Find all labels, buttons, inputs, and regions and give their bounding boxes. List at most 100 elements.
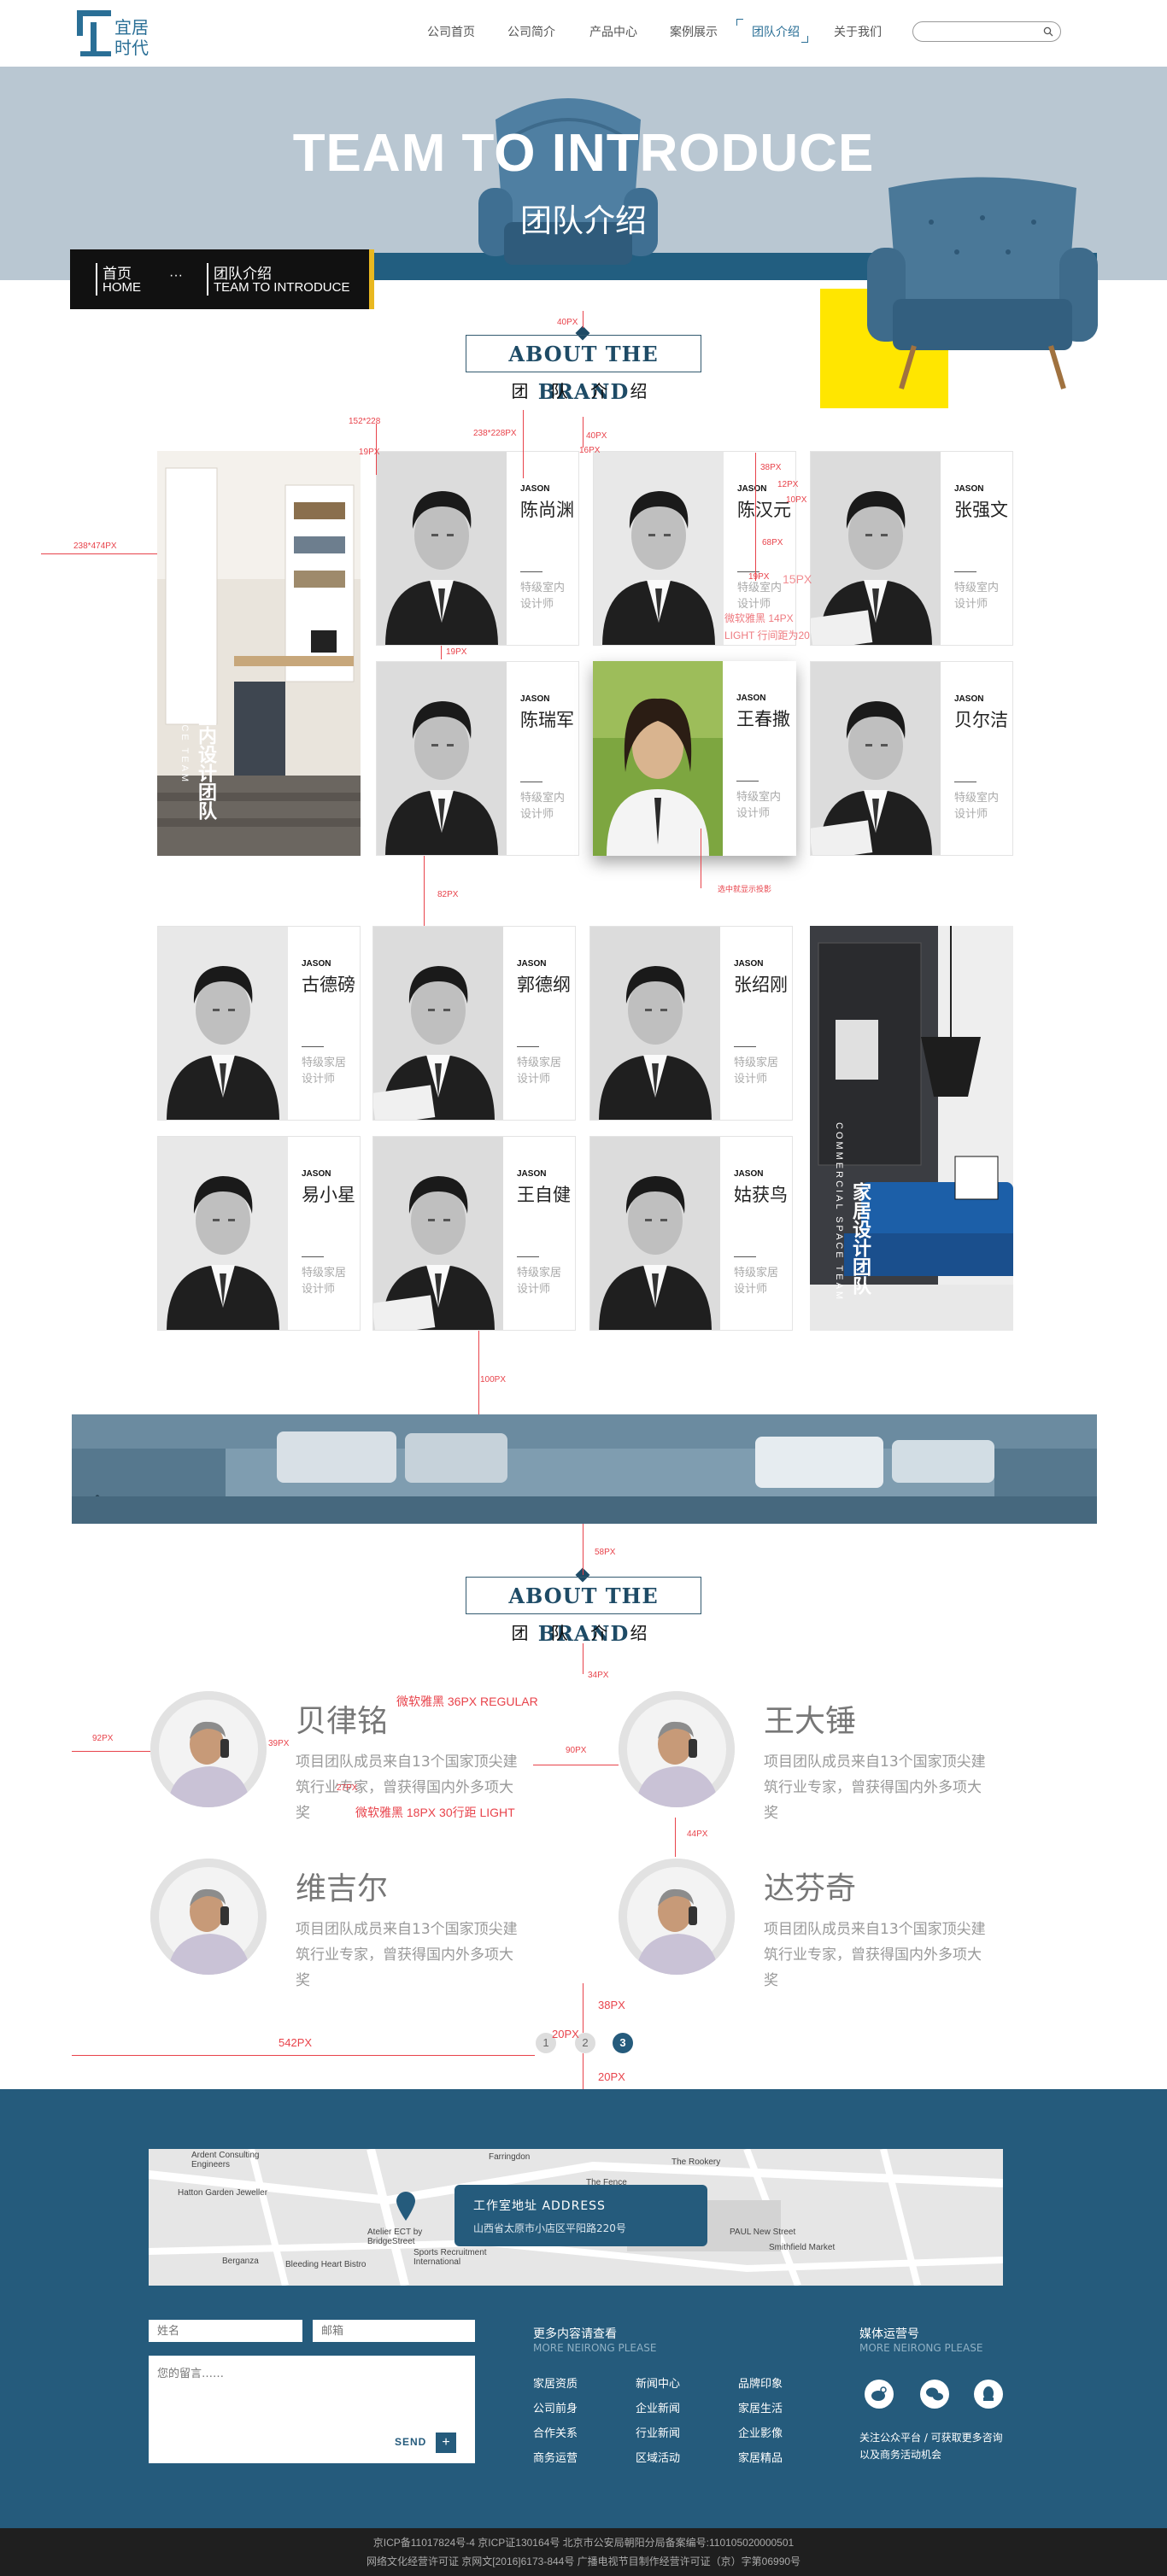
nav-team[interactable]: 团队介绍 bbox=[752, 22, 800, 41]
qq-icon[interactable] bbox=[974, 2380, 1003, 2409]
footer-link[interactable]: 家居生活 bbox=[738, 2399, 783, 2415]
divider bbox=[302, 1046, 324, 1047]
annotation: 34PX bbox=[588, 1671, 609, 1680]
portrait-photo bbox=[373, 927, 503, 1120]
footer-link[interactable]: 行业新闻 bbox=[636, 2424, 680, 2440]
member-photo bbox=[373, 1137, 503, 1330]
nav-contact[interactable]: 关于我们 bbox=[834, 22, 882, 41]
annotation: 40PX bbox=[586, 431, 607, 441]
member-name: 王春撒 bbox=[736, 709, 790, 729]
divider bbox=[517, 1256, 539, 1257]
map-label: Berganza bbox=[222, 2257, 259, 2266]
footer-link[interactable]: 商务运营 bbox=[533, 2449, 578, 2465]
social-title: 媒体运营号 bbox=[859, 2327, 919, 2341]
breadcrumb-home-en[interactable]: HOME bbox=[103, 280, 141, 295]
member-en-label: JASON bbox=[520, 694, 550, 704]
member-name: 贝尔洁 bbox=[954, 710, 1008, 730]
member-role: 特级室内设计师 bbox=[520, 582, 566, 611]
footer-link[interactable]: 家居精品 bbox=[738, 2449, 783, 2465]
member-avatar[interactable] bbox=[150, 1859, 267, 1975]
map-pin-icon[interactable] bbox=[396, 2192, 415, 2221]
annotation: 38PX bbox=[760, 463, 782, 472]
footer-link[interactable]: 合作关系 bbox=[533, 2424, 578, 2440]
search-input[interactable] bbox=[912, 21, 1061, 42]
member-photo bbox=[373, 927, 503, 1120]
member-photo bbox=[593, 661, 723, 856]
member-name: 贝律铭 bbox=[296, 1704, 389, 1739]
home-team-cn: 家居设计团队 bbox=[849, 1182, 871, 1295]
annotation: 选中就显示投影 bbox=[718, 885, 772, 893]
brand-subtitle: 团 队 介 绍 bbox=[511, 381, 656, 401]
team-member-card[interactable]: JASON 郭德纲 特级家居设计师 bbox=[372, 926, 576, 1121]
page-3[interactable]: 3 bbox=[613, 2033, 633, 2053]
annotation: 238*474PX bbox=[73, 542, 117, 551]
member-avatar[interactable] bbox=[150, 1691, 267, 1807]
team-member-card[interactable]: JASON 易小星 特级家居设计师 bbox=[157, 1136, 361, 1331]
logo[interactable]: 宜居 时代 bbox=[75, 7, 169, 60]
divider bbox=[954, 571, 976, 572]
footer-link[interactable]: 新闻中心 bbox=[636, 2374, 680, 2391]
member-avatar[interactable] bbox=[619, 1859, 735, 1975]
team-member-card[interactable]: JASON 古德磅 特级家居设计师 bbox=[157, 926, 361, 1121]
team-member-card[interactable]: JASON 陈瑞军 特级室内设计师 bbox=[376, 661, 579, 856]
portrait-photo bbox=[377, 452, 507, 645]
member-name: 维吉尔 bbox=[296, 1871, 389, 1906]
member-name: 张绍刚 bbox=[734, 975, 788, 995]
annotation: 100PX bbox=[480, 1375, 507, 1385]
map[interactable]: Ardent Consulting Engineers Hatton Garde… bbox=[149, 2149, 1003, 2286]
nav-cases[interactable]: 案例展示 bbox=[670, 22, 718, 41]
portrait-photo bbox=[593, 661, 723, 856]
member-photo bbox=[590, 1137, 720, 1330]
portrait-photo bbox=[811, 662, 941, 855]
footer-link[interactable]: 公司前身 bbox=[533, 2399, 578, 2415]
team-member-card[interactable]: JASON 张强文 特级室内设计师 bbox=[810, 451, 1013, 646]
footer-link[interactable]: 企业新闻 bbox=[636, 2399, 680, 2415]
member-role: 特级家居设计师 bbox=[734, 1267, 779, 1296]
nav-products[interactable]: 产品中心 bbox=[589, 22, 637, 41]
member-en-label: JASON bbox=[302, 959, 331, 969]
footer-link[interactable]: 企业影像 bbox=[738, 2424, 783, 2440]
send-button[interactable]: SEND + bbox=[393, 2433, 456, 2453]
name-input[interactable] bbox=[149, 2320, 302, 2342]
feature-home-team[interactable]: COMMERCIAL SPACE TEAM 家居设计团队 bbox=[810, 926, 1013, 1331]
member-en-label: JASON bbox=[954, 694, 984, 704]
footer-link[interactable]: 品牌印象 bbox=[738, 2374, 783, 2391]
member-role: 特级家居设计师 bbox=[302, 1267, 347, 1296]
member-role: 特级家居设计师 bbox=[517, 1057, 562, 1086]
team-member-card[interactable]: JASON 王春撒 特级室内设计师 bbox=[593, 661, 796, 856]
map-label: The Rookery bbox=[671, 2157, 721, 2167]
interior-team-en: COMMERCIAL SPACE TEAM bbox=[179, 605, 190, 785]
member-en-label: JASON bbox=[520, 484, 550, 494]
member-en-label: JASON bbox=[302, 1169, 331, 1179]
feature-interior-team[interactable]: COMMERCIAL SPACE TEAM 室内设计团队 bbox=[157, 451, 361, 856]
annotation: 38PX bbox=[598, 1999, 625, 2011]
breadcrumb-current-en: TEAM TO INTRODUCE bbox=[214, 280, 350, 295]
nav-home[interactable]: 公司首页 bbox=[427, 22, 475, 41]
annotation: 20PX bbox=[552, 2028, 579, 2040]
social-note: 关注公众平台 / 可获取更多咨询以及商务活动机会 bbox=[859, 2432, 1003, 2461]
search-icon[interactable] bbox=[1043, 26, 1053, 37]
team-member-card[interactable]: JASON 姑获鸟 特级家居设计师 bbox=[589, 1136, 793, 1331]
hero-subtitle: 团队介绍 bbox=[520, 202, 647, 239]
brand-title: ABOUT THE BRAND bbox=[466, 1577, 701, 1646]
brand-heading-1: ABOUT THE BRAND 团 队 介 绍 bbox=[466, 318, 701, 404]
nav-about[interactable]: 公司简介 bbox=[507, 22, 555, 41]
member-role: 特级室内设计师 bbox=[736, 791, 782, 820]
team-member-card[interactable]: JASON 张绍刚 特级家居设计师 bbox=[589, 926, 793, 1121]
team-member-card[interactable]: JASON 贝尔洁 特级室内设计师 bbox=[810, 661, 1013, 856]
wechat-icon[interactable] bbox=[920, 2380, 949, 2409]
brand-subtitle: 团 队 介 绍 bbox=[511, 1623, 656, 1643]
annotation: 10PX bbox=[786, 495, 807, 505]
home-team-en: COMMERCIAL SPACE TEAM bbox=[834, 1122, 844, 1303]
member-role: 特级家居设计师 bbox=[734, 1057, 779, 1086]
team-member-card[interactable]: JASON 王自健 特级家居设计师 bbox=[372, 1136, 576, 1331]
portrait-photo bbox=[377, 662, 507, 855]
email-input[interactable] bbox=[313, 2320, 475, 2342]
footer-link[interactable]: 区域活动 bbox=[636, 2449, 680, 2465]
weibo-icon[interactable] bbox=[865, 2380, 894, 2409]
team-member-card[interactable]: JASON 陈尚渊 特级室内设计师 bbox=[376, 451, 579, 646]
divider bbox=[520, 571, 542, 572]
footer-link[interactable]: 家居资质 bbox=[533, 2374, 578, 2391]
annotation: 68PX bbox=[762, 538, 783, 547]
member-avatar[interactable] bbox=[619, 1691, 735, 1807]
